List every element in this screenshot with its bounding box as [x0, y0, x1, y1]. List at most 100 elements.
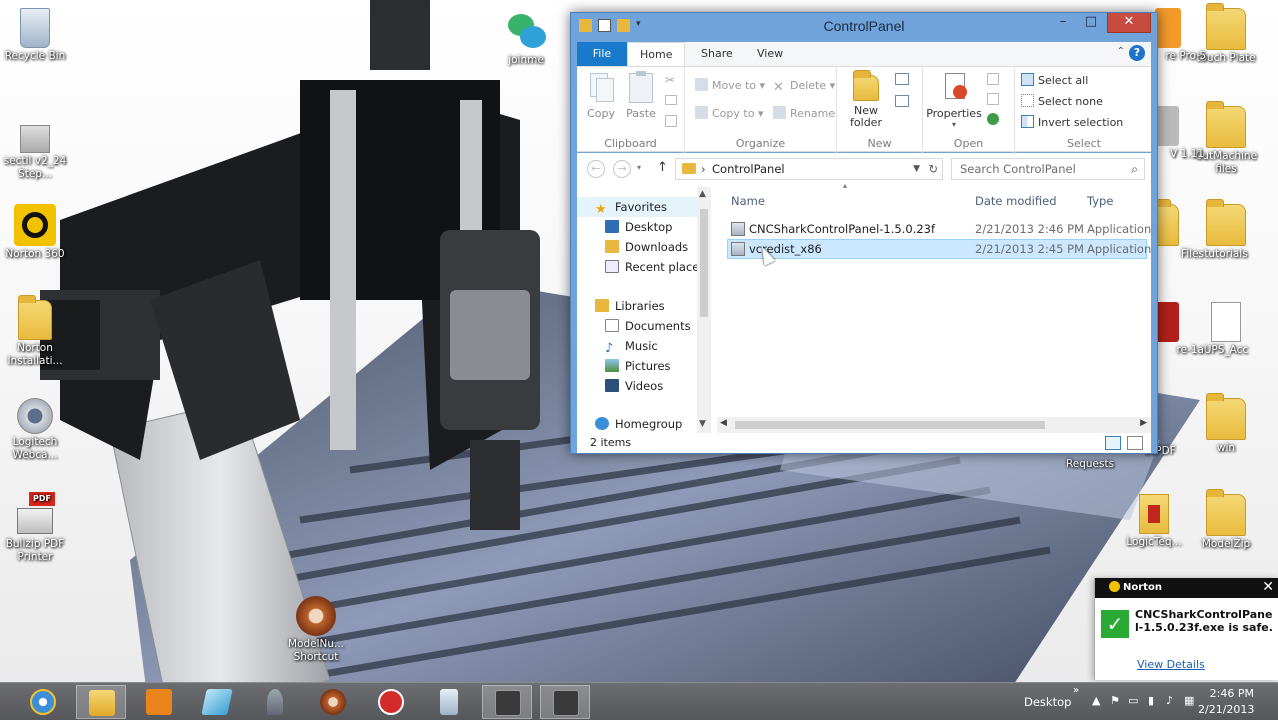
- nav-item-documents[interactable]: Documents: [605, 316, 691, 336]
- file-row-selected[interactable]: vcredist_x86 2/21/2013 2:45 PM Applicati…: [727, 239, 1151, 259]
- nav-item-homegroup[interactable]: Homegroup: [595, 414, 682, 433]
- scroll-down-icon[interactable]: ▼: [699, 419, 706, 429]
- copy-to-button[interactable]: Copy to ▾: [695, 105, 763, 123]
- show-hidden-icons-icon[interactable]: ▲: [1092, 694, 1100, 707]
- column-header-type[interactable]: Type: [1087, 191, 1113, 211]
- copy-button[interactable]: Copy: [581, 71, 621, 120]
- desktop-icon-norton-installation[interactable]: Norton Installati...: [0, 295, 73, 368]
- search-icon[interactable]: ⌕: [1131, 159, 1138, 179]
- tab-file[interactable]: File: [577, 42, 627, 66]
- column-header-name[interactable]: Name: [731, 191, 765, 211]
- new-folder-button[interactable]: New folder: [843, 70, 889, 129]
- recent-locations-icon[interactable]: ▾: [637, 163, 641, 172]
- desktop-toolbar-label[interactable]: Desktop: [1024, 695, 1071, 709]
- keyboard-icon[interactable]: ▦: [1184, 694, 1194, 707]
- large-icons-view-icon[interactable]: [1127, 436, 1143, 450]
- nav-item-recent-places[interactable]: Recent places: [605, 257, 705, 277]
- nav-item-pictures[interactable]: Pictures: [605, 356, 671, 376]
- title-bar[interactable]: ▾ ControlPanel – □ ✕: [571, 13, 1157, 41]
- taskbar-file-explorer[interactable]: [76, 685, 126, 719]
- close-button[interactable]: ✕: [1107, 13, 1151, 33]
- help-icon[interactable]: ?: [1129, 45, 1145, 61]
- desktop-icon-joinme[interactable]: joinme: [488, 14, 564, 67]
- refresh-icon[interactable]: ↻: [928, 159, 938, 179]
- desktop-icon-sectil[interactable]: sectil v2_24 Step...: [0, 125, 73, 181]
- easy-access-icon[interactable]: [895, 95, 909, 107]
- nav-item-music[interactable]: ♪ Music: [605, 336, 658, 356]
- edit-icon[interactable]: [987, 93, 999, 105]
- explorer-window[interactable]: ▾ ControlPanel – □ ✕ File Home Share Vie…: [570, 12, 1158, 454]
- network-flag-icon[interactable]: ⚑: [1110, 694, 1120, 707]
- copy-path-icon[interactable]: [665, 95, 677, 105]
- file-list-horizontal-scrollbar[interactable]: ◀ ▶: [717, 417, 1151, 433]
- select-none-button[interactable]: Select none: [1021, 93, 1103, 111]
- properties-button[interactable]: Properties ▾: [925, 71, 983, 129]
- file-row[interactable]: CNCSharkControlPanel-1.5.0.23f 2/21/2013…: [727, 219, 1151, 239]
- minimize-button[interactable]: –: [1049, 13, 1077, 33]
- nav-pane-scrollbar[interactable]: ▲ ▼: [697, 187, 711, 433]
- scroll-right-icon[interactable]: ▶: [1140, 418, 1147, 428]
- nav-item-desktop[interactable]: Desktop: [605, 217, 672, 237]
- taskbar-outlook[interactable]: [134, 685, 184, 719]
- desktop-icon-modelnumber-shortcut[interactable]: ModelNu... Shortcut: [278, 596, 354, 664]
- back-button[interactable]: ←: [587, 160, 605, 178]
- clock-date[interactable]: 2/21/2013: [1198, 703, 1254, 716]
- desktop-icon-win[interactable]: win: [1188, 393, 1264, 455]
- nav-item-libraries[interactable]: Libraries: [595, 296, 665, 316]
- clock-time[interactable]: 2:46 PM: [1208, 687, 1254, 700]
- taskbar-app-blue[interactable]: [192, 685, 242, 719]
- desktop-icon-recycle-bin[interactable]: Recycle Bin: [0, 8, 73, 63]
- rename-button[interactable]: Rename: [773, 105, 835, 123]
- desktop-icon-logitech-webcam[interactable]: Logitech Webca...: [0, 398, 73, 462]
- column-header-date[interactable]: Date modified: [975, 191, 1057, 211]
- tab-share[interactable]: Share: [689, 42, 745, 66]
- history-icon[interactable]: [987, 113, 999, 125]
- select-all-button[interactable]: Select all: [1021, 72, 1088, 90]
- move-to-button[interactable]: Move to ▾: [695, 77, 765, 95]
- paste-button[interactable]: Paste: [621, 71, 661, 120]
- taskbar-app-red[interactable]: [366, 685, 416, 719]
- scrollbar-thumb[interactable]: [700, 209, 708, 317]
- address-bar[interactable]: › ControlPanel ▼ ↻: [675, 158, 943, 180]
- scroll-up-icon[interactable]: ▲: [699, 189, 706, 199]
- open-icon[interactable]: [987, 73, 999, 85]
- taskbar-internet-explorer[interactable]: [18, 685, 68, 719]
- taskbar-modelnumber[interactable]: [308, 685, 358, 719]
- scroll-left-icon[interactable]: ◀: [720, 418, 727, 428]
- cut-icon[interactable]: ✂: [665, 73, 675, 87]
- desktop-icon-logicteq[interactable]: LogicTeq...: [1116, 494, 1192, 549]
- invert-selection-button[interactable]: Invert selection: [1021, 114, 1123, 132]
- properties-dropdown-icon[interactable]: ▾: [925, 120, 983, 129]
- new-item-icon[interactable]: [895, 73, 909, 85]
- desktop-icon-norton-360[interactable]: Norton 360: [0, 204, 73, 261]
- nav-item-downloads[interactable]: Downloads: [605, 237, 688, 257]
- breadcrumb-controlpanel[interactable]: ControlPanel: [712, 162, 785, 176]
- collapse-ribbon-icon[interactable]: ⌃: [1117, 46, 1125, 57]
- taskbar-app-tool[interactable]: [250, 685, 300, 719]
- view-details-link[interactable]: View Details: [1137, 658, 1205, 671]
- address-dropdown-icon[interactable]: ▼: [913, 159, 920, 179]
- search-box[interactable]: Search ControlPanel ⌕: [951, 158, 1145, 180]
- forward-button[interactable]: →: [613, 160, 631, 178]
- scrollbar-thumb[interactable]: [735, 421, 1045, 429]
- tab-home[interactable]: Home: [627, 42, 686, 66]
- network-icon[interactable]: ▮: [1148, 694, 1154, 707]
- desktop-icon-bullzip[interactable]: PDF Bullzip PDF Printer: [0, 492, 73, 564]
- taskbar-installer[interactable]: [540, 685, 590, 719]
- close-icon[interactable]: ✕: [1262, 579, 1274, 595]
- desktop-icon-modelzip[interactable]: ModelZip: [1188, 489, 1264, 551]
- delete-button[interactable]: ✕ Delete ▾: [773, 77, 835, 95]
- taskbar-calculator[interactable]: [424, 685, 474, 719]
- up-button[interactable]: ↑: [657, 160, 668, 175]
- volume-icon[interactable]: ♪: [1166, 694, 1173, 707]
- action-center-icon[interactable]: ▭: [1128, 694, 1138, 707]
- paste-shortcut-icon[interactable]: [665, 115, 677, 127]
- nav-item-favorites[interactable]: ★ Favorites: [577, 197, 697, 217]
- desktop-icon-partial-requests[interactable]: Requests: [1052, 458, 1128, 471]
- norton-notification[interactable]: Norton ✕ ✓ CNCSharkControlPanel-1.5.0.23…: [1094, 578, 1278, 680]
- details-view-icon[interactable]: [1105, 436, 1121, 450]
- taskbar-cnc-controlpanel[interactable]: [482, 685, 532, 719]
- maximize-button[interactable]: □: [1077, 13, 1105, 33]
- tab-view[interactable]: View: [745, 42, 795, 66]
- toolbar-chevron-icon[interactable]: »: [1073, 685, 1079, 696]
